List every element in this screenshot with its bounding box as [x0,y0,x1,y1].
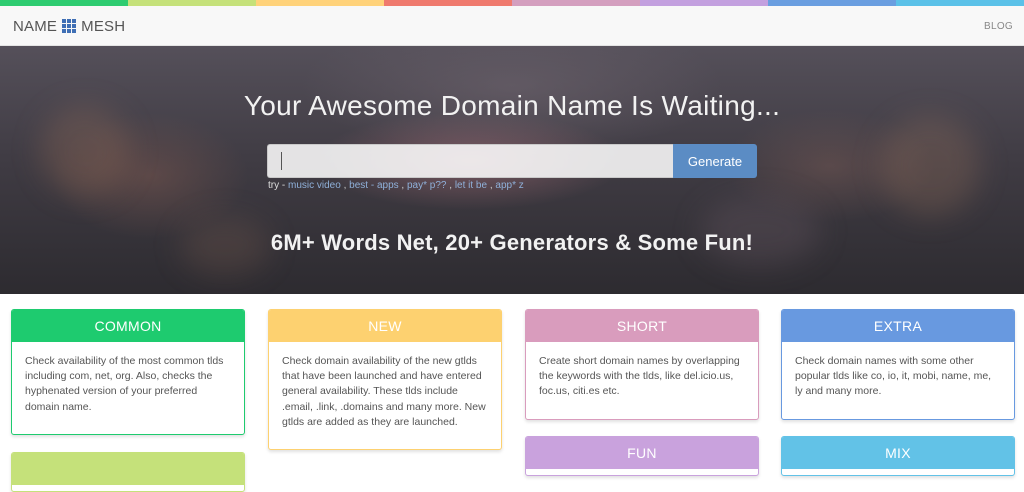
example-link[interactable]: app* z [495,180,523,191]
example-link[interactable]: let it be [455,180,487,191]
card-title: COMMON [12,310,244,342]
card-description: Check domain availability of the new gtl… [282,355,486,428]
try-label: try - [268,180,286,191]
example-link[interactable]: pay* p?? [407,180,446,191]
try-examples: try - music video , best - apps , pay* p… [268,180,524,191]
logo-text-name: NAME [13,17,58,35]
card-title: EXTRA [782,310,1014,342]
card-partial[interactable] [11,452,245,492]
card-description: Check domain names with some other popul… [795,355,992,398]
domain-search-input[interactable] [267,144,673,178]
hero-banner: Your Awesome Domain Name Is Waiting... G… [0,46,1024,294]
card-description: Create short domain names by overlapping… [539,355,740,398]
blog-link[interactable]: BLOG [984,21,1013,32]
card-extra[interactable]: EXTRA Check domain names with some other… [781,309,1015,420]
grid-icon [62,19,77,33]
card-short[interactable]: SHORT Create short domain names by overl… [525,309,759,420]
hero-subtitle: 6M+ Words Net, 20+ Generators & Some Fun… [270,230,754,255]
site-logo[interactable]: NAME MESH [13,17,125,35]
example-link[interactable]: best - apps [349,180,398,191]
text-caret [281,152,282,170]
generator-cards: COMMON Check availability of the most co… [0,294,1024,492]
card-title: NEW [269,310,501,342]
example-link[interactable]: music video [288,180,341,191]
card-common[interactable]: COMMON Check availability of the most co… [11,309,245,435]
logo-text-mesh: MESH [81,17,126,35]
hero-title: Your Awesome Domain Name Is Waiting... [243,90,781,121]
card-title: FUN [526,437,758,469]
generate-button[interactable]: Generate [673,144,757,178]
card-fun[interactable]: FUN [525,436,759,476]
card-description: Check availability of the most common tl… [25,355,224,413]
search-form: Generate [267,144,757,178]
card-title: MIX [782,437,1014,469]
card-new[interactable]: NEW Check domain availability of the new… [268,309,502,450]
card-mix[interactable]: MIX [781,436,1015,476]
card-title [12,453,244,485]
navbar: NAME MESH BLOG [0,6,1024,46]
card-title: SHORT [526,310,758,342]
